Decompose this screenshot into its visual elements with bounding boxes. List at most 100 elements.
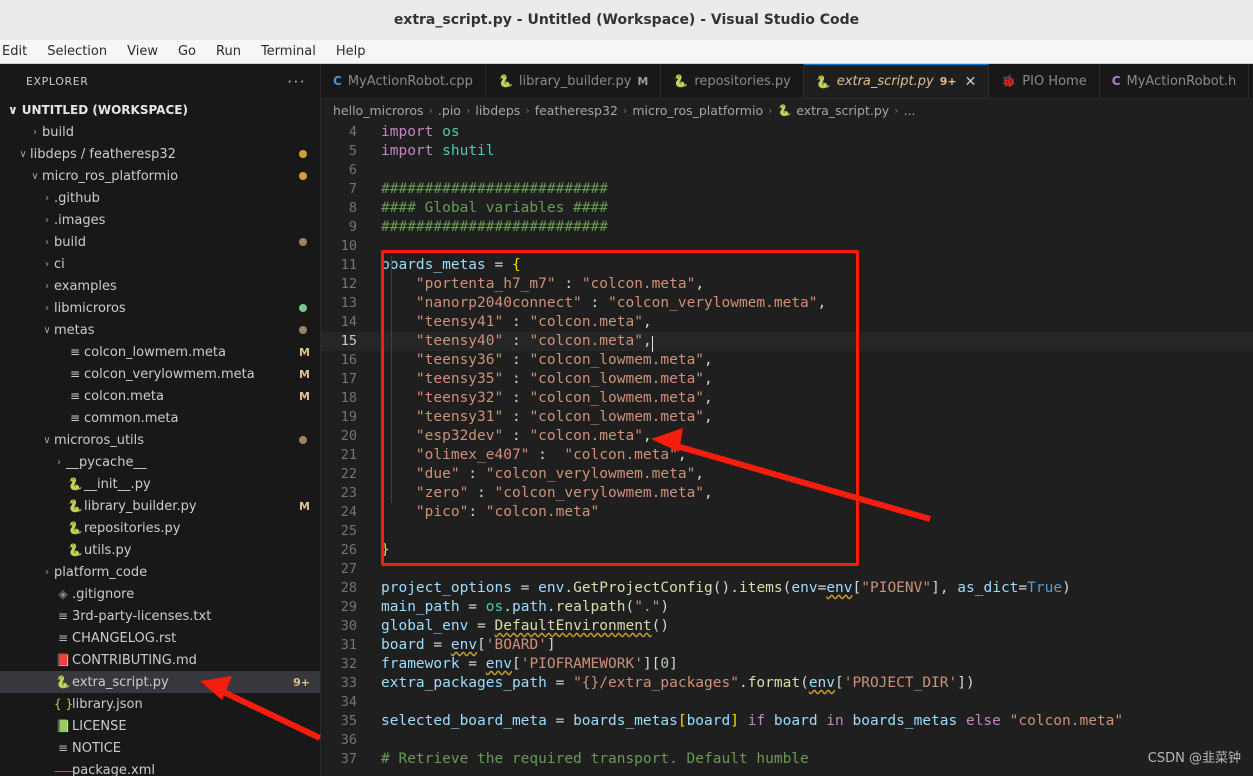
breadcrumb[interactable]: hello_microros › .pio › libdeps › featheresp32… (321, 99, 1253, 121)
code-line[interactable]: 27 (321, 560, 1253, 579)
tree-item-build[interactable]: › build (0, 231, 320, 253)
tree-item-ci[interactable]: › ci (0, 253, 320, 275)
code-line[interactable]: 9 ########################## (321, 218, 1253, 237)
breadcrumb-segment[interactable]: ... (904, 103, 916, 118)
code-editor[interactable]: 4 import os 5 import shutil 6 7 ##############… (321, 121, 1253, 776)
tree-item-notice[interactable]: ≡ NOTICE (0, 737, 320, 759)
code-token: : (503, 409, 530, 425)
code-line[interactable]: 7 ########################## (321, 180, 1253, 199)
editor-tab-library-builder-py[interactable]: 🐍 library_builder.py M (485, 64, 662, 98)
tree-item-repositories-py[interactable]: 🐍 repositories.py (0, 517, 320, 539)
code-line[interactable]: 31 board = env['BOARD'] (321, 636, 1253, 655)
code-line[interactable]: 5 import shutil (321, 142, 1253, 161)
code-line[interactable]: 29 main_path = os.path.realpath(".") (321, 598, 1253, 617)
tree-item--pycache-[interactable]: › __pycache__ (0, 451, 320, 473)
txt-file-icon: ≡ (57, 631, 69, 645)
tree-item-platform-code[interactable]: › platform_code (0, 561, 320, 583)
tree-item--gitignore[interactable]: ◈ .gitignore (0, 583, 320, 605)
tree-item-examples[interactable]: › examples (0, 275, 320, 297)
tree-item--github[interactable]: › .github (0, 187, 320, 209)
code-line[interactable]: 32 framework = env['PIOFRAMEWORK'][0] (321, 655, 1253, 674)
breadcrumb-segment[interactable]: libdeps (475, 103, 520, 118)
code-line[interactable]: 6 (321, 161, 1253, 180)
code-line[interactable]: 22 "due" : "colcon_verylowmem.meta", (321, 465, 1253, 484)
code-line[interactable]: 28 project_options = env.GetProjectConfig… (321, 579, 1253, 598)
editor-tab-extra-script-py[interactable]: 🐍 extra_script.py 9+ ✕ (803, 64, 990, 98)
menu-item-view[interactable]: View (117, 42, 168, 61)
code-line[interactable]: 21 "olimex_e407" : "colcon.meta", (321, 446, 1253, 465)
code-lines[interactable]: 4 import os 5 import shutil 6 7 ##############… (321, 121, 1253, 769)
code-token: boards_metas (573, 713, 678, 729)
code-line[interactable]: 12 "portenta_h7_m7" : "colcon.meta", (321, 275, 1253, 294)
editor-tab-myactionrobot-cpp[interactable]: C MyActionRobot.cpp (321, 64, 486, 98)
tree-item--init-py[interactable]: 🐍 __init__.py (0, 473, 320, 495)
breadcrumb-segment[interactable]: hello_microros (333, 103, 424, 118)
tree-item-extra-script-py[interactable]: 🐍 extra_script.py 9+ (0, 671, 320, 693)
code-token: ########################## (381, 219, 608, 235)
menu-item-help[interactable]: Help (326, 42, 376, 61)
code-line[interactable]: 19 "teensy31" : "colcon_lowmem.meta", (321, 408, 1253, 427)
close-icon[interactable]: ✕ (965, 75, 977, 89)
breadcrumb-segment[interactable]: extra_script.py (796, 103, 889, 118)
menu-item-terminal[interactable]: Terminal (251, 42, 326, 61)
editor-tab-pio-home[interactable]: 🐞 PIO Home (989, 64, 1100, 98)
tree-item-utils-py[interactable]: 🐍 utils.py (0, 539, 320, 561)
more-actions-icon[interactable]: ··· (287, 74, 306, 89)
tree-item-3rd-party-licenses-txt[interactable]: ≡ 3rd-party-licenses.txt (0, 605, 320, 627)
tree-item-colcon-meta[interactable]: ≡ colcon.meta M (0, 385, 320, 407)
code-line[interactable]: 37 # Retrieve the required transport. Def… (321, 750, 1253, 769)
code-line[interactable]: 30 global_env = DefaultEnvironment() (321, 617, 1253, 636)
code-line[interactable]: 14 "teensy41" : "colcon.meta", (321, 313, 1253, 332)
tree-item-microros-utils[interactable]: ∨ microros_utils (0, 429, 320, 451)
code-text: framework = env['PIOFRAMEWORK'][0] (373, 655, 678, 674)
code-line[interactable]: 11 boards_metas = { (321, 256, 1253, 275)
breadcrumb-segment[interactable]: micro_ros_platformio (632, 103, 763, 118)
tree-item-metas[interactable]: ∨ metas (0, 319, 320, 341)
code-line[interactable]: 16 "teensy36" : "colcon_lowmem.meta", (321, 351, 1253, 370)
code-line[interactable]: 36 (321, 731, 1253, 750)
breadcrumb-segment[interactable]: .pio (438, 103, 461, 118)
code-token: : (503, 352, 530, 368)
menu-item-go[interactable]: Go (168, 42, 206, 61)
tree-item-libdeps-featheresp32[interactable]: ∨ libdeps / featheresp32 (0, 143, 320, 165)
code-line[interactable]: 13 "nanorp2040connect" : "colcon_verylow… (321, 294, 1253, 313)
tree-item-license[interactable]: 📗 LICENSE (0, 715, 320, 737)
code-line[interactable]: 18 "teensy32" : "colcon_lowmem.meta", (321, 389, 1253, 408)
tree-item-colcon-lowmem-meta[interactable]: ≡ colcon_lowmem.meta M (0, 341, 320, 363)
code-line[interactable]: 8 #### Global variables #### (321, 199, 1253, 218)
tree-item-micro-ros-platformio[interactable]: ∨ micro_ros_platformio (0, 165, 320, 187)
tree-item-package-xml[interactable]: ⸺ package.xml (0, 759, 320, 776)
menu-item-run[interactable]: Run (206, 42, 251, 61)
tree-item-library-builder-py[interactable]: 🐍 library_builder.py M (0, 495, 320, 517)
tree-item-common-meta[interactable]: ≡ common.meta (0, 407, 320, 429)
code-line[interactable]: 24 "pico": "colcon.meta" (321, 503, 1253, 522)
tree-item-contributing-md[interactable]: 📕 CONTRIBUTING.md (0, 649, 320, 671)
code-line[interactable]: 10 (321, 237, 1253, 256)
menu-item-selection[interactable]: Selection (37, 42, 117, 61)
code-line[interactable]: 23 "zero" : "colcon_verylowmem.meta", (321, 484, 1253, 503)
editor-tab-repositories-py[interactable]: 🐍 repositories.py (661, 64, 804, 98)
code-line[interactable]: 34 (321, 693, 1253, 712)
code-line[interactable]: 17 "teensy35" : "colcon_lowmem.meta", (321, 370, 1253, 389)
menu-item-edit[interactable]: Edit (0, 42, 37, 61)
tree-item-libmicroros[interactable]: › libmicroros (0, 297, 320, 319)
code-line[interactable]: 4 import os (321, 123, 1253, 142)
workspace-root-row[interactable]: ∨ UNTITLED (WORKSPACE) (0, 99, 320, 121)
tree-item-colcon-verylowmem-meta[interactable]: ≡ colcon_verylowmem.meta M (0, 363, 320, 385)
breadcrumb-segment[interactable]: featheresp32 (535, 103, 618, 118)
code-line[interactable]: 15 "teensy40" : "colcon.meta", (321, 332, 1253, 352)
code-line[interactable]: 26} (321, 541, 1253, 560)
tree-item-build[interactable]: › build (0, 121, 320, 143)
tree-item-library-json[interactable]: { } library.json (0, 693, 320, 715)
code-line[interactable]: 35 selected_board_meta = boards_metas[boa… (321, 712, 1253, 731)
editor-tab-myactionrobot-h[interactable]: C MyActionRobot.h (1099, 64, 1250, 98)
tree-item--images[interactable]: › .images (0, 209, 320, 231)
code-line[interactable]: 20 "esp32dev" : "colcon.meta", (321, 427, 1253, 446)
code-token: board (381, 637, 425, 653)
tree-item-changelog-rst[interactable]: ≡ CHANGELOG.rst (0, 627, 320, 649)
file-tree[interactable]: › build ∨ libdeps / featheresp32 ∨ micro_ros_… (0, 121, 320, 776)
tree-item-label: extra_script.py (72, 674, 169, 690)
code-line[interactable]: 25 (321, 522, 1253, 541)
code-line[interactable]: 33 extra_packages_path = "{}/extra_packag… (321, 674, 1253, 693)
